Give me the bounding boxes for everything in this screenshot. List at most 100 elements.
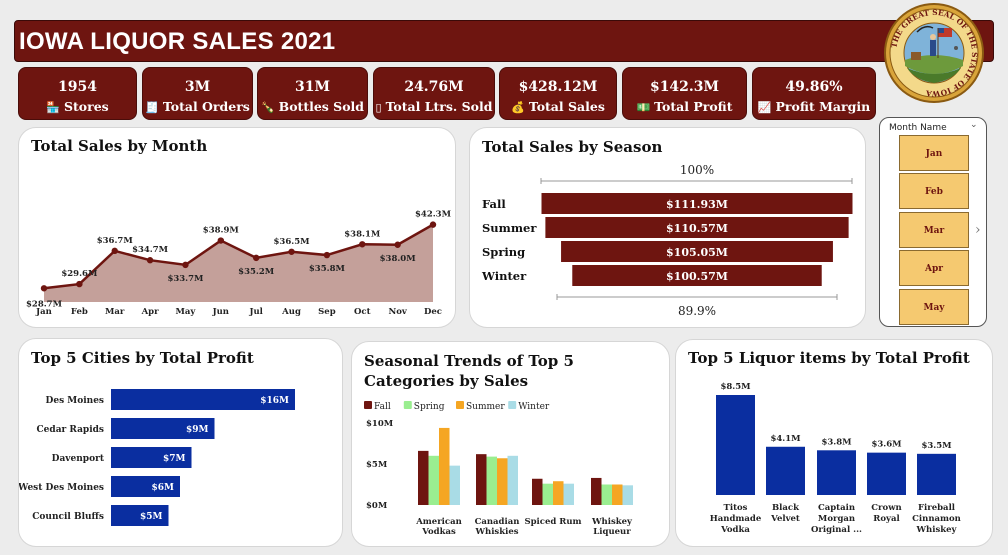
monthly-sales-data-label: $36.7M <box>97 236 134 246</box>
trend-category-label: Vodkas <box>421 527 456 537</box>
kpi-bottles-sold-value: 31M <box>295 79 330 95</box>
trend-bar <box>532 478 543 505</box>
trend-category-label: Canadian <box>475 517 520 527</box>
liquor-item-bar <box>766 446 805 495</box>
kpi-total-orders-value: 3M <box>184 79 211 95</box>
slicer-item-apr[interactable]: Apr <box>899 250 969 286</box>
monthly-sales-tick-label: Mar <box>105 307 125 317</box>
liquor-item-bar <box>817 450 856 495</box>
legend-swatch <box>403 401 412 409</box>
liquor-item-category-label: Velvet <box>770 514 800 524</box>
trend-bar <box>542 483 553 505</box>
kpi-total-orders: 3M 🧾 Total Orders <box>142 67 253 120</box>
monthly-sales-tick-label: Jun <box>212 307 229 317</box>
trend-category-label: American <box>415 517 462 527</box>
trend-bar <box>439 427 450 505</box>
season-bar-label: $111.93M <box>666 198 728 211</box>
dashboard-title-bar: IOWA LIQUOR SALES 2021 <box>14 20 994 62</box>
season-sales-chart: 100% $111.93M Fall $110.57M Summer $105.05M Sp… <box>481 163 853 318</box>
liquor-item-category-label: Black <box>772 503 800 513</box>
monthly-sales-chart: $28.7MJan$29.6MFeb$36.7MMar$34.7MApr$33.… <box>26 210 452 317</box>
chart-up-icon: 📈 <box>757 101 772 114</box>
liquor-item-data-label: $3.6M <box>871 440 902 450</box>
monthly-sales-data-label: $38.9M <box>203 226 240 236</box>
trend-bar <box>553 481 564 505</box>
seasonal-trends-chart: Fall Spring Summer Winter $0M $5M $10M American… <box>364 401 633 537</box>
city-category-label: West Des Moines <box>19 483 104 493</box>
slicer-item-feb[interactable]: Feb <box>899 173 969 209</box>
liquor-item-bar <box>867 452 906 495</box>
liquor-item-data-label: $3.5M <box>921 441 952 451</box>
monthly-sales-tick-label: Feb <box>71 307 88 317</box>
season-bar-label: $100.57M <box>666 270 728 283</box>
liquor-item-category-label: Fireball <box>918 503 956 513</box>
monthly-sales-tick-label: Apr <box>141 307 160 317</box>
liquor-item-data-label: $4.1M <box>770 434 801 444</box>
trend-bar <box>507 455 518 505</box>
trend-bar <box>476 454 487 505</box>
trend-bar <box>486 456 497 505</box>
monthly-sales-data-label: $33.7M <box>167 274 204 284</box>
monthly-sales-data-label: $35.2M <box>238 267 275 277</box>
kpi-total-ltrs-label: Total Ltrs. Sold <box>385 99 493 114</box>
liquor-item-category-label: Vodka <box>720 525 750 535</box>
kpi-total-orders-label: Total Orders <box>162 99 250 114</box>
bottle-icon: 🍾 <box>260 101 275 114</box>
liquor-item-bar <box>716 395 755 495</box>
legend-swatch <box>364 401 372 409</box>
dashboard-title: IOWA LIQUOR SALES 2021 <box>19 28 336 55</box>
chevron-down-icon[interactable]: ⌄ <box>970 120 978 130</box>
city-category-label: Council Bluffs <box>32 512 104 522</box>
trend-category-label: Whiskey <box>591 517 633 527</box>
monthly-sales-tick-label: May <box>176 307 197 317</box>
monthly-sales-data-label: $34.7M <box>132 245 169 255</box>
trend-bar <box>428 455 439 505</box>
monthly-sales-point <box>76 280 83 288</box>
trend-bar <box>622 485 633 505</box>
city-category-label: Davenport <box>52 454 105 464</box>
kpi-total-profit-value: $142.3M <box>649 79 720 95</box>
store-icon: 🏪 <box>46 101 60 114</box>
season-bar-label: $105.05M <box>666 246 728 259</box>
kpi-total-sales: $428.12M 💰 Total Sales <box>499 67 617 120</box>
liquor-item-data-label: $8.5M <box>720 382 751 392</box>
liquor-item-category-label: Whiskey <box>916 525 958 535</box>
kpi-total-sales-value: $428.12M <box>518 79 598 95</box>
liquor-item-data-label: $3.8M <box>821 437 852 447</box>
monthly-sales-point <box>429 221 437 228</box>
trend-bar <box>449 465 460 505</box>
trend-bar <box>601 484 612 505</box>
city-bar-label: $7M <box>163 454 186 464</box>
iowa-seal-logo: THE GREAT SEAL OF THE STATE OF IOWA <box>884 3 984 103</box>
season-bottom-label: 89.9% <box>678 304 716 318</box>
slicer-item-jan[interactable]: Jan <box>899 135 969 171</box>
liquor-items-chart: $8.5M TitosHandmadeVodka $4.1M BlackVelvet $… <box>710 382 961 535</box>
month-slicer[interactable]: Month Name ⌄ Jan Feb Mar Apr May › <box>879 117 987 327</box>
container-icon: ▯ <box>375 101 382 114</box>
monthly-sales-tick-label: Dec <box>424 307 442 317</box>
monthly-sales-point <box>394 241 401 248</box>
season-category-label: Summer <box>482 221 537 235</box>
trend-category-label: Liqueur <box>593 527 631 537</box>
monthly-sales-data-label: $29.6M <box>61 269 98 279</box>
trend-bar <box>612 484 623 505</box>
trend-bar <box>418 450 429 505</box>
monthly-sales-point <box>111 247 118 255</box>
month-slicer-header: Month Name <box>889 123 947 133</box>
kpi-stores-label: Stores <box>63 99 109 114</box>
monthly-sales-data-label: $36.5M <box>274 237 311 247</box>
city-bar-label: $9M <box>186 425 209 435</box>
monthly-sales-point <box>252 254 260 262</box>
slicer-item-mar[interactable]: Mar <box>899 212 969 248</box>
legend-entry: Spring <box>414 402 445 412</box>
cities-profit-chart: $16M Des Moines $9M Cedar Rapids $7M Davenpor… <box>19 389 295 526</box>
money-bag-icon: 💰 <box>511 101 525 114</box>
chevron-right-icon[interactable]: › <box>975 222 981 238</box>
monthly-sales-point <box>40 285 48 292</box>
legend-entry: Summer <box>466 402 505 412</box>
season-category-label: Fall <box>482 197 506 211</box>
y-tick-label: $0M <box>366 501 388 511</box>
slicer-item-may[interactable]: May <box>899 289 969 325</box>
y-tick-label: $5M <box>366 460 388 470</box>
kpi-total-ltrs: 24.76M ▯ Total Ltrs. Sold <box>373 67 495 120</box>
